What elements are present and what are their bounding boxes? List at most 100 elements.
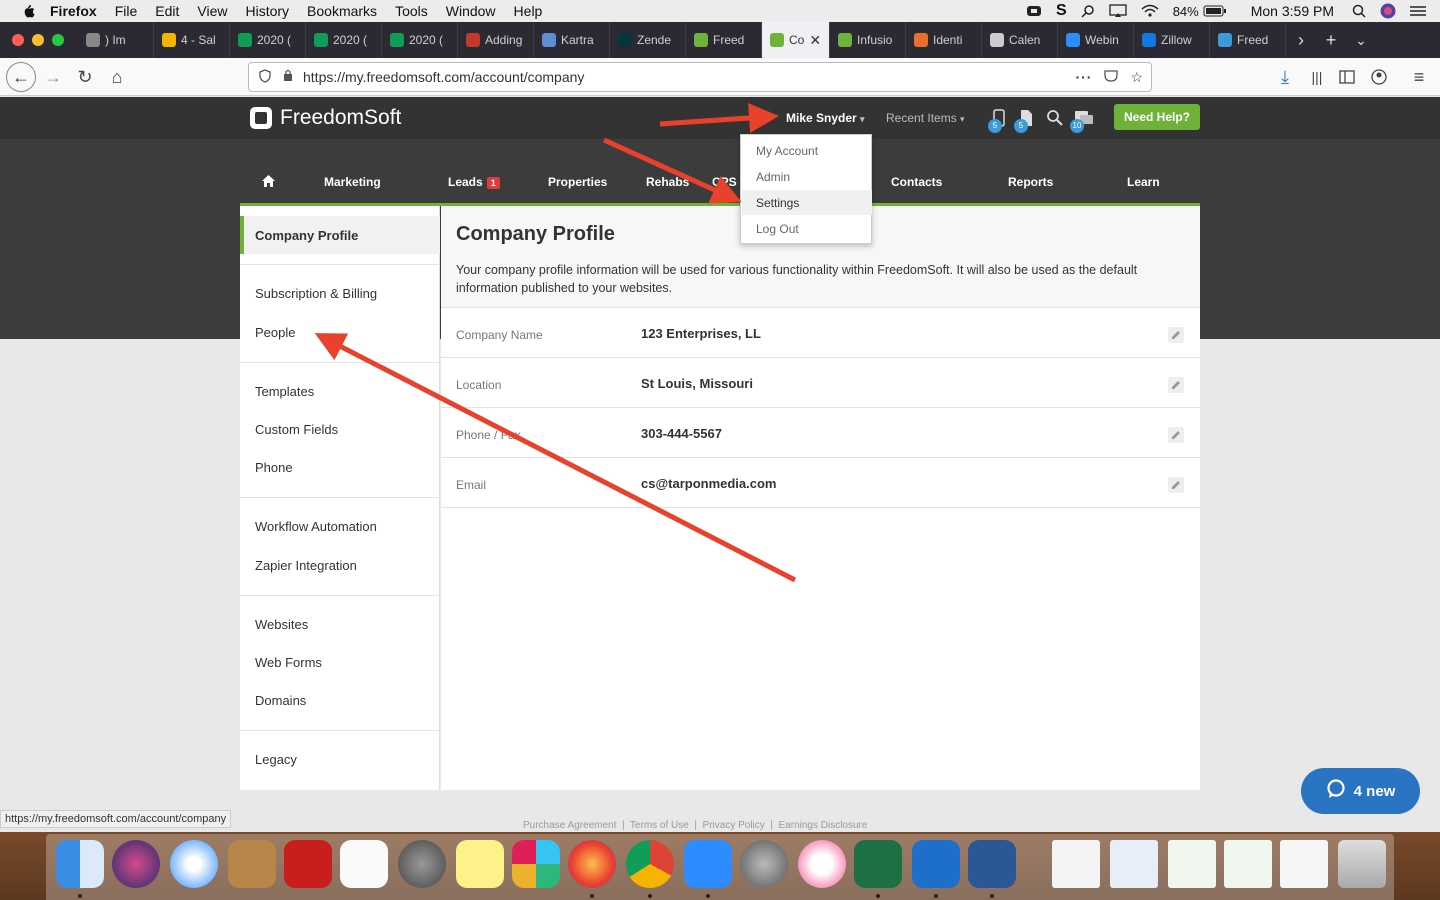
nav-leads[interactable]: Leads 1 [448,175,500,189]
screen-record-icon[interactable] [1026,4,1042,18]
siri-icon[interactable] [112,840,160,888]
sidebar-item-zapier-integration[interactable]: Zapier Integration [255,558,357,573]
battery-icon[interactable] [1203,5,1227,17]
browser-tab[interactable]: Infusio [830,22,906,58]
downloads-icon[interactable]: ⤓ [1272,64,1298,90]
sidebar-item-websites[interactable]: Websites [255,617,308,632]
browser-tab[interactable]: 2020 ( [382,22,458,58]
freedomsoft-logo[interactable]: FreedomSoft [250,106,401,130]
airplay-icon[interactable] [1109,4,1127,18]
sidebar-item-people[interactable]: People [255,325,295,340]
snagit-icon[interactable] [912,840,960,888]
firefox-icon[interactable] [568,840,616,888]
browser-tab[interactable]: 4 - Sal [154,22,230,58]
zoom-icon[interactable] [684,840,732,888]
browser-tab[interactable]: Freed [686,22,762,58]
nav-rehabs[interactable]: Rehabs [646,175,689,189]
chat-widget-button[interactable]: 4 new [1301,768,1420,814]
browser-tab[interactable]: 2020 ( [306,22,382,58]
sidebar-item-phone[interactable]: Phone [255,460,293,475]
footer-link-earnings[interactable]: Earnings Disclosure [779,820,868,831]
notification-center-icon[interactable] [1410,5,1426,17]
snagit-icon[interactable]: S [1056,2,1067,20]
safari-icon[interactable] [170,840,218,888]
footer-link-terms[interactable]: Terms of Use [630,820,689,831]
nav-reports[interactable]: Reports [1008,175,1053,189]
sidebar-item-legacy[interactable]: Legacy [255,752,297,767]
menu-window[interactable]: Window [446,3,496,19]
dropdown-item-admin[interactable]: Admin [756,170,790,184]
footer-link-purchase-agreement[interactable]: Purchase Agreement [523,820,616,831]
menu-file[interactable]: File [115,3,138,19]
footer-link-privacy[interactable]: Privacy Policy [703,820,765,831]
edit-pencil-icon[interactable] [1168,327,1184,343]
browser-tab[interactable]: Adding [458,22,534,58]
tab-list-menu-icon[interactable]: ⌄ [1346,32,1376,49]
sidebar-item-subscription-billing[interactable]: Subscription & Billing [255,286,377,301]
word-icon[interactable] [968,840,1016,888]
back-button[interactable]: ← [6,62,36,92]
close-window-button[interactable] [12,34,24,46]
sidebar-item-company-profile[interactable]: Company Profile [255,228,358,243]
nav-marketing[interactable]: Marketing [324,175,381,189]
url-bar[interactable]: https://my.freedomsoft.com/account/compa… [248,62,1152,92]
nav-cps[interactable]: CPS [712,175,737,189]
home-button[interactable]: ⌂ [104,64,130,90]
close-tab-icon[interactable]: ✕ [809,32,821,49]
menu-firefox[interactable]: Firefox [50,3,97,19]
new-tab-button[interactable]: + [1316,30,1346,51]
shield-icon[interactable] [259,68,271,86]
browser-tab[interactable]: Co ✕ [762,22,830,58]
csv-file-icon[interactable] [1052,840,1100,888]
pocket-icon[interactable] [1104,69,1119,85]
sidebar-item-web-forms[interactable]: Web Forms [255,655,322,670]
clock[interactable]: Mon 3:59 PM [1251,3,1334,19]
hamburger-menu-icon[interactable]: ≡ [1406,64,1432,90]
browser-tab[interactable]: Identi [906,22,982,58]
nav-contacts[interactable]: Contacts [891,175,942,189]
browser-tab[interactable]: Zende [610,22,686,58]
itunes-icon[interactable] [798,840,846,888]
word-doc-thumbnail-icon[interactable] [1110,840,1158,888]
sidebar-item-domains[interactable]: Domains [255,693,306,708]
slack-icon[interactable] [512,840,560,888]
browser-tab[interactable]: Kartra [534,22,610,58]
notes-icon[interactable] [456,840,504,888]
calendar-icon[interactable] [340,840,388,888]
chrome-icon[interactable] [626,840,674,888]
url-text[interactable]: https://my.freedomsoft.com/account/compa… [303,69,584,85]
sidebar-item-templates[interactable]: Templates [255,384,314,399]
contacts-icon[interactable] [228,840,276,888]
excel-doc-thumbnail-icon[interactable] [1224,840,1272,888]
minimize-window-button[interactable] [32,34,44,46]
dropdown-item-my-account[interactable]: My Account [756,144,818,158]
menu-help[interactable]: Help [514,3,543,19]
edit-pencil-icon[interactable] [1168,377,1184,393]
dropdown-item-settings[interactable]: Settings [756,196,799,210]
filezilla-icon[interactable] [284,840,332,888]
system-preferences-icon[interactable] [398,840,446,888]
battery-percent[interactable]: 84% [1173,4,1199,19]
launchpad-icon[interactable] [740,840,788,888]
menu-history[interactable]: History [245,3,289,19]
page-actions-icon[interactable]: ··· [1075,69,1092,85]
browser-tab[interactable]: Freed [1210,22,1286,58]
library-icon[interactable]: ||| [1304,64,1330,90]
menu-view[interactable]: View [197,3,227,19]
spotlight-icon[interactable] [1352,4,1366,18]
home-icon[interactable] [262,175,275,190]
excel-doc-thumbnail-icon[interactable] [1168,840,1216,888]
forward-button[interactable]: → [40,64,66,90]
browser-tab[interactable]: Webin [1058,22,1134,58]
browser-tab[interactable]: 2020 ( [230,22,306,58]
browser-tab[interactable]: Calen [982,22,1058,58]
need-help-button[interactable]: Need Help? [1114,104,1200,130]
lock-icon[interactable] [283,69,293,85]
edit-pencil-icon[interactable] [1168,427,1184,443]
siri-icon[interactable] [1380,3,1396,19]
nav-learn[interactable]: Learn [1127,175,1160,189]
wifi-icon[interactable] [1141,4,1159,18]
apple-logo-icon[interactable] [20,3,36,19]
menu-edit[interactable]: Edit [155,3,179,19]
menu-bookmarks[interactable]: Bookmarks [307,3,377,19]
